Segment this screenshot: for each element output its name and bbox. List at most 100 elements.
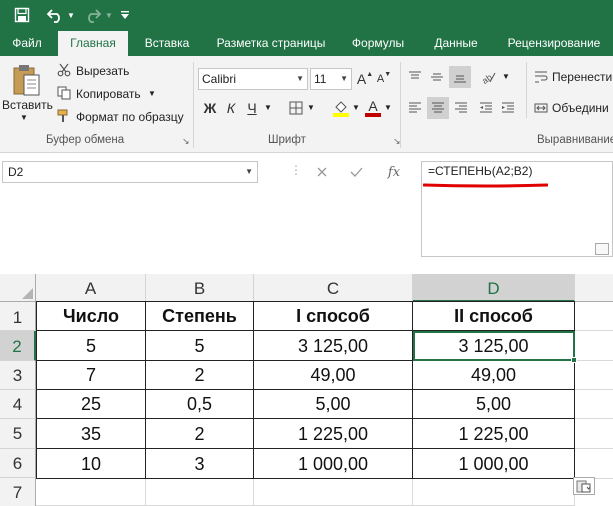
copy-label[interactable]: Копировать: [76, 87, 141, 101]
cell-e4[interactable]: [575, 390, 613, 419]
column-header-a[interactable]: A: [36, 274, 146, 302]
cell-b7[interactable]: [146, 479, 254, 506]
cell-d3[interactable]: 49,00: [413, 361, 575, 390]
wrap-text-icon[interactable]: [533, 68, 549, 86]
cell-c5[interactable]: 1 225,00: [254, 419, 413, 449]
cell-c6[interactable]: 1 000,00: [254, 449, 413, 479]
cell-a2[interactable]: 5: [37, 331, 146, 361]
row-header-3[interactable]: 3: [0, 361, 36, 390]
cell-c4[interactable]: 5,00: [254, 390, 413, 419]
row-header-7[interactable]: 7: [0, 478, 36, 506]
save-icon[interactable]: [10, 0, 34, 30]
align-bottom-icon[interactable]: [449, 66, 471, 88]
cell-e5[interactable]: [575, 419, 613, 449]
column-header-c[interactable]: C: [254, 274, 413, 302]
cell-a3[interactable]: 7: [37, 361, 146, 390]
fill-color-button[interactable]: [332, 98, 350, 120]
row-header-2[interactable]: 2: [0, 331, 36, 361]
tab-page-layout[interactable]: Разметка страницы: [206, 30, 336, 56]
row-header-1[interactable]: 1: [0, 302, 36, 331]
cell-e3[interactable]: [575, 361, 613, 390]
tab-review[interactable]: Рецензирование: [496, 30, 612, 56]
format-painter-icon[interactable]: [56, 108, 72, 124]
bold-button[interactable]: Ж: [201, 97, 219, 119]
cell-d2[interactable]: 3 125,00: [413, 331, 575, 361]
paste-icon[interactable]: [10, 62, 44, 98]
fill-handle[interactable]: [571, 357, 577, 363]
cell-e2[interactable]: [575, 331, 613, 361]
font-color-dropdown-icon[interactable]: ▼: [384, 103, 392, 112]
borders-icon[interactable]: [287, 98, 305, 118]
cut-icon[interactable]: [56, 62, 72, 78]
cell-b3[interactable]: 2: [146, 361, 254, 390]
cell-e6[interactable]: [575, 449, 613, 479]
underline-dropdown-icon[interactable]: ▼: [264, 103, 272, 112]
cell-b5[interactable]: 2: [146, 419, 254, 449]
align-left-icon[interactable]: [405, 97, 425, 119]
cell-e1[interactable]: [575, 302, 613, 331]
cell-b1[interactable]: Степень: [146, 302, 254, 331]
cell-a6[interactable]: 10: [37, 449, 146, 479]
tab-formulas[interactable]: Формулы: [342, 30, 414, 56]
align-right-icon[interactable]: [451, 97, 471, 119]
column-header-b[interactable]: B: [146, 274, 254, 302]
undo-icon[interactable]: [44, 0, 66, 30]
format-painter-label[interactable]: Формат по образцу: [76, 110, 184, 124]
cut-label[interactable]: Вырезать: [76, 64, 129, 78]
borders-dropdown-icon[interactable]: ▼: [307, 103, 315, 112]
cell-b6[interactable]: 3: [146, 449, 254, 479]
cell-a4[interactable]: 25: [37, 390, 146, 419]
orientation-dropdown-icon[interactable]: ▼: [502, 72, 510, 81]
cell-a5[interactable]: 35: [37, 419, 146, 449]
font-name-combo[interactable]: Calibri ▼: [198, 68, 308, 90]
cell-d6[interactable]: 1 000,00: [413, 449, 575, 479]
shrink-font-button[interactable]: A ▼: [376, 68, 392, 90]
tab-home[interactable]: Главная: [58, 31, 128, 56]
align-top-icon[interactable]: [405, 66, 425, 88]
clipboard-launcher-icon[interactable]: ↘: [182, 136, 190, 147]
cell-d7[interactable]: [413, 479, 575, 506]
undo-dropdown-icon[interactable]: ▼: [66, 0, 76, 30]
italic-button[interactable]: К: [222, 97, 240, 119]
grow-font-button[interactable]: A ▲: [357, 68, 373, 90]
cell-d1[interactable]: II способ: [413, 302, 575, 331]
copy-icon[interactable]: [56, 85, 72, 101]
cell-d5[interactable]: 1 225,00: [413, 419, 575, 449]
close-icon[interactable]: [311, 161, 333, 183]
row-header-6[interactable]: 6: [0, 449, 36, 478]
insert-function-button[interactable]: fx: [383, 161, 405, 183]
orientation-icon[interactable]: ab: [478, 66, 500, 88]
redo-icon[interactable]: [82, 0, 104, 30]
paste-options-icon[interactable]: [573, 477, 595, 495]
cell-d4[interactable]: 5,00: [413, 390, 575, 419]
increase-indent-icon[interactable]: [498, 97, 518, 119]
cell-b2[interactable]: 5: [146, 331, 254, 361]
cell-c2[interactable]: 3 125,00: [254, 331, 413, 361]
cell-c7[interactable]: [254, 479, 413, 506]
copy-dropdown-icon[interactable]: ▼: [148, 89, 156, 98]
align-middle-icon[interactable]: [427, 66, 447, 88]
align-center-icon[interactable]: [427, 97, 449, 119]
fill-color-dropdown-icon[interactable]: ▼: [352, 103, 360, 112]
expand-formula-bar-icon[interactable]: [595, 243, 609, 255]
row-header-4[interactable]: 4: [0, 390, 36, 419]
row-header-5[interactable]: 5: [0, 419, 36, 449]
redo-dropdown-icon[interactable]: ▼: [104, 0, 114, 30]
cell-a1[interactable]: Число: [37, 302, 146, 331]
column-header-e[interactable]: [575, 274, 613, 302]
select-all-corner[interactable]: [0, 274, 36, 302]
tab-file[interactable]: Файл: [0, 30, 54, 56]
name-box[interactable]: D2 ▼: [2, 161, 258, 183]
tab-data[interactable]: Данные: [424, 30, 488, 56]
underline-button[interactable]: Ч: [243, 97, 261, 119]
decrease-indent-icon[interactable]: [476, 97, 496, 119]
column-header-d[interactable]: D: [413, 274, 575, 302]
tab-insert[interactable]: Вставка: [134, 30, 200, 56]
paste-label[interactable]: Вставить: [2, 98, 53, 112]
font-color-button[interactable]: A: [364, 97, 382, 119]
font-size-combo[interactable]: 11 ▼: [310, 68, 352, 90]
check-icon[interactable]: [345, 161, 367, 183]
cell-a7[interactable]: [36, 479, 146, 506]
cell-c1[interactable]: I способ: [254, 302, 413, 331]
cell-b4[interactable]: 0,5: [146, 390, 254, 419]
